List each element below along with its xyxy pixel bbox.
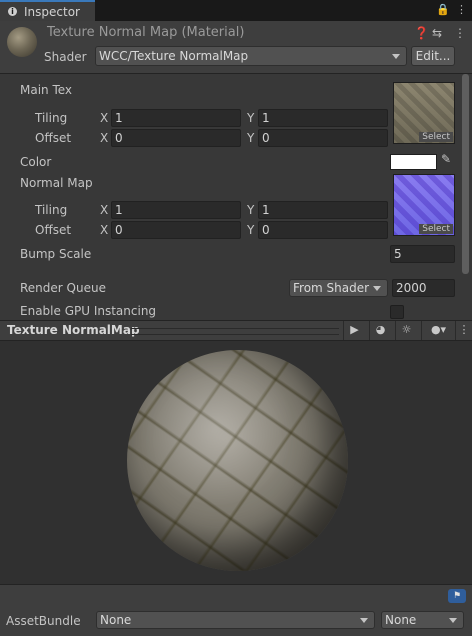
axis-x-label: X	[100, 203, 109, 217]
normal-map-offset-y-field[interactable]: 0	[258, 221, 388, 239]
preview-title: Texture NormalMap	[7, 323, 140, 337]
main-tex-slot[interactable]: Select	[393, 82, 455, 144]
chevron-down-icon	[360, 618, 368, 623]
normal-map-offset-x-field[interactable]: 0	[111, 221, 241, 239]
gpu-instancing-label: Enable GPU Instancing	[20, 304, 157, 318]
preview-menu-icon[interactable]: ⋮	[455, 321, 472, 340]
preview-drag-handle[interactable]	[131, 328, 339, 335]
edit-shader-button[interactable]: Edit...	[411, 46, 455, 66]
bump-scale-label: Bump Scale	[20, 247, 92, 261]
render-queue-dropdown[interactable]: From Shader	[289, 279, 388, 297]
axis-x-label: X	[100, 223, 109, 237]
background-dropdown-icon[interactable]: ●▾	[421, 321, 455, 340]
main-tex-offset-y-field[interactable]: 0	[258, 129, 388, 147]
render-queue-mode: From Shader	[293, 281, 370, 295]
material-preview-sphere	[127, 350, 348, 571]
normal-map-slot[interactable]: Select	[393, 174, 455, 236]
shader-dropdown[interactable]: WCC/Texture NormalMap	[95, 46, 407, 66]
render-queue-label: Render Queue	[20, 281, 106, 295]
normal-map-tiling-y-field[interactable]: 1	[258, 201, 388, 219]
main-tex-label: Main Tex	[20, 83, 73, 97]
more-icon[interactable]: ⋮	[454, 26, 466, 40]
preset-icon[interactable]: ⇆	[432, 26, 442, 40]
main-tex-tiling-label: Tiling	[35, 111, 68, 125]
lock-icon[interactable]: 🔒	[436, 3, 450, 16]
main-tex-select-button[interactable]: Select	[419, 132, 453, 142]
normal-map-select-button[interactable]: Select	[419, 224, 453, 234]
normal-map-tiling-x-field[interactable]: 1	[111, 201, 241, 219]
shader-value: WCC/Texture NormalMap	[99, 49, 249, 63]
chevron-down-icon	[449, 618, 457, 623]
asset-bundle-name-value: None	[100, 613, 132, 627]
normal-map-tiling-label: Tiling	[35, 203, 68, 217]
normal-map-offset-label: Offset	[35, 223, 72, 237]
asset-bundle-name-dropdown[interactable]: None	[96, 611, 375, 629]
play-icon[interactable]: ▶	[343, 321, 365, 340]
color-swatch[interactable]	[390, 154, 437, 170]
scrollbar-thumb[interactable]	[462, 74, 469, 274]
info-icon: i	[8, 7, 17, 16]
help-icon[interactable]: ❓	[414, 26, 429, 40]
tab-label: Inspector	[24, 5, 80, 19]
material-title: Texture Normal Map (Material)	[47, 25, 245, 40]
asset-bundle-variant-value: None	[385, 613, 417, 627]
color-label: Color	[20, 155, 52, 169]
eyedropper-icon[interactable]: ✎	[441, 152, 451, 166]
shader-label: Shader	[44, 50, 87, 64]
normal-map-label: Normal Map	[20, 176, 93, 190]
axis-y-label: Y	[247, 203, 255, 217]
axis-y-label: Y	[247, 223, 255, 237]
tab-inspector[interactable]: i Inspector	[0, 0, 95, 21]
lighting-icon[interactable]: ☼	[395, 321, 417, 340]
chevron-down-icon	[373, 286, 381, 291]
axis-x-label: X	[100, 111, 109, 125]
render-queue-field[interactable]: 2000	[392, 279, 455, 297]
main-tex-offset-x-field[interactable]: 0	[111, 129, 241, 147]
axis-x-label: X	[100, 131, 109, 145]
bump-scale-field[interactable]: 5	[390, 245, 455, 263]
sphere-mesh-icon[interactable]: ◕	[369, 321, 391, 340]
label-tag-icon[interactable]: ⚑	[448, 589, 466, 603]
material-thumbnail	[7, 27, 37, 57]
axis-y-label: Y	[247, 131, 255, 145]
main-tex-tiling-y-field[interactable]: 1	[258, 109, 388, 127]
kebab-menu-icon[interactable]: ⋮	[456, 3, 467, 16]
gpu-instancing-checkbox[interactable]	[390, 305, 404, 319]
main-tex-offset-label: Offset	[35, 131, 72, 145]
axis-y-label: Y	[247, 111, 255, 125]
main-tex-tiling-x-field[interactable]: 1	[111, 109, 241, 127]
asset-bundle-variant-dropdown[interactable]: None	[381, 611, 464, 629]
asset-bundle-label: AssetBundle	[6, 614, 81, 628]
chevron-down-icon	[392, 54, 400, 59]
